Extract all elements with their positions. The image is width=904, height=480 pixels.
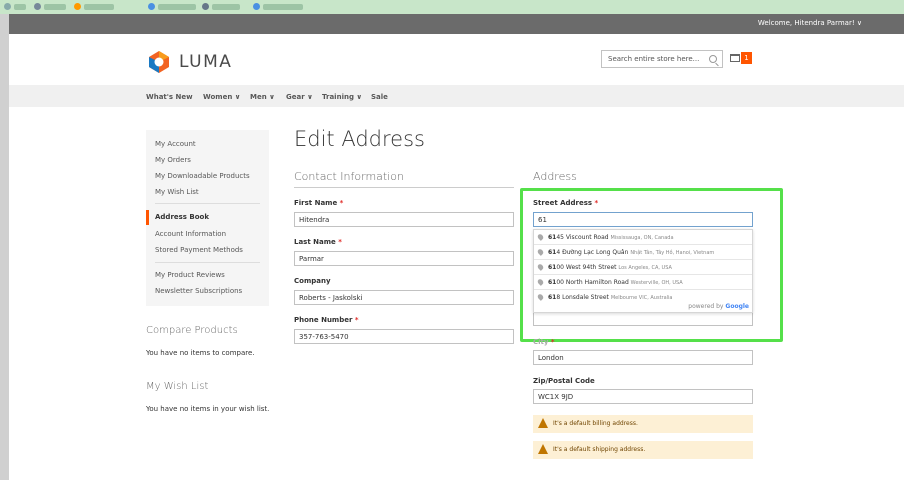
compare-products-empty: You have no items to compare. [146,349,255,357]
zip-field[interactable]: WC1X 9JD [533,389,753,404]
sidebar-item-newsletter[interactable]: Newsletter Subscriptions [155,287,242,295]
nav-women[interactable]: Women ∨ [203,93,240,101]
nav-gear[interactable]: Gear ∨ [286,93,313,101]
highlight-box [520,188,783,342]
wishlist-block-title: My Wish List [146,381,209,392]
cart-count-badge[interactable]: 1 [741,52,752,64]
city-field[interactable]: London [533,350,753,365]
bookmark-item[interactable] [84,4,114,10]
main-navigation [9,85,904,107]
nav-training[interactable]: Training ∨ [322,93,362,101]
bookmark-item[interactable] [212,4,240,10]
nav-men[interactable]: Men ∨ [250,93,275,101]
warning-icon [538,418,548,428]
welcome-message[interactable]: Welcome, Hitendra Parmar! ∨ [758,19,862,27]
bookmark-icon[interactable] [253,3,260,10]
bookmark-item[interactable] [263,4,303,10]
bookmark-icon[interactable] [34,3,41,10]
contact-information-title: Contact Information [294,170,404,183]
bookmark-item[interactable] [158,4,196,10]
sidebar-item-downloadable-products[interactable]: My Downloadable Products [155,172,250,180]
logo-text: LUMA [179,52,233,72]
city-label: City * [533,338,555,346]
first-name-field[interactable]: Hitendra [294,212,514,227]
first-name-label: First Name * [294,199,344,207]
luma-logo-icon [149,51,169,73]
sidebar-item-address-book: Address Book [155,213,210,221]
top-panel: Welcome, Hitendra Parmar! ∨ [9,14,904,34]
default-shipping-notice: It's a default shipping address. [533,441,753,459]
nav-whats-new[interactable]: What's New [146,93,193,101]
wishlist-block-empty: You have no items in your wish list. [146,405,270,413]
company-field[interactable]: Roberts - Jaskolski [294,290,514,305]
sidebar-item-wish-list[interactable]: My Wish List [155,188,199,196]
bookmark-icon[interactable] [148,3,155,10]
bookmarks-bar [0,0,904,14]
bookmark-icon[interactable] [74,3,81,10]
sidebar-item-stored-payment[interactable]: Stored Payment Methods [155,246,243,254]
phone-field[interactable]: 357-763-5470 [294,329,514,344]
sidebar-item-my-account[interactable]: My Account [155,140,196,148]
phone-label: Phone Number * [294,316,359,324]
bookmark-item[interactable] [44,4,66,10]
search-placeholder: Search entire store here... [608,55,700,63]
sidebar-active-indicator [146,210,149,225]
sidebar-item-product-reviews[interactable]: My Product Reviews [155,271,225,279]
bookmark-item[interactable] [14,4,26,10]
company-label: Company [294,277,331,285]
sidebar-divider [155,203,260,204]
zip-label: Zip/Postal Code [533,377,595,385]
bookmark-icon[interactable] [202,3,209,10]
luma-logo[interactable]: LUMA [147,50,232,74]
bookmark-icon[interactable] [4,3,11,10]
page-title: Edit Address [294,127,425,151]
sidebar-divider [155,262,260,263]
last-name-label: Last Name * [294,238,342,246]
address-section-title: Address [533,170,577,183]
last-name-field[interactable]: Parmar [294,251,514,266]
search-input[interactable]: Search entire store here... [601,50,723,68]
browser-left-edge [0,14,9,480]
cart-icon[interactable] [730,54,740,62]
warning-icon [538,444,548,454]
sidebar-item-account-information[interactable]: Account Information [155,230,226,238]
nav-sale[interactable]: Sale [371,93,388,101]
default-billing-notice: It's a default billing address. [533,415,753,433]
search-icon[interactable] [709,55,717,63]
sidebar-item-my-orders[interactable]: My Orders [155,156,191,164]
compare-products-title: Compare Products [146,325,238,336]
section-divider [294,187,514,188]
